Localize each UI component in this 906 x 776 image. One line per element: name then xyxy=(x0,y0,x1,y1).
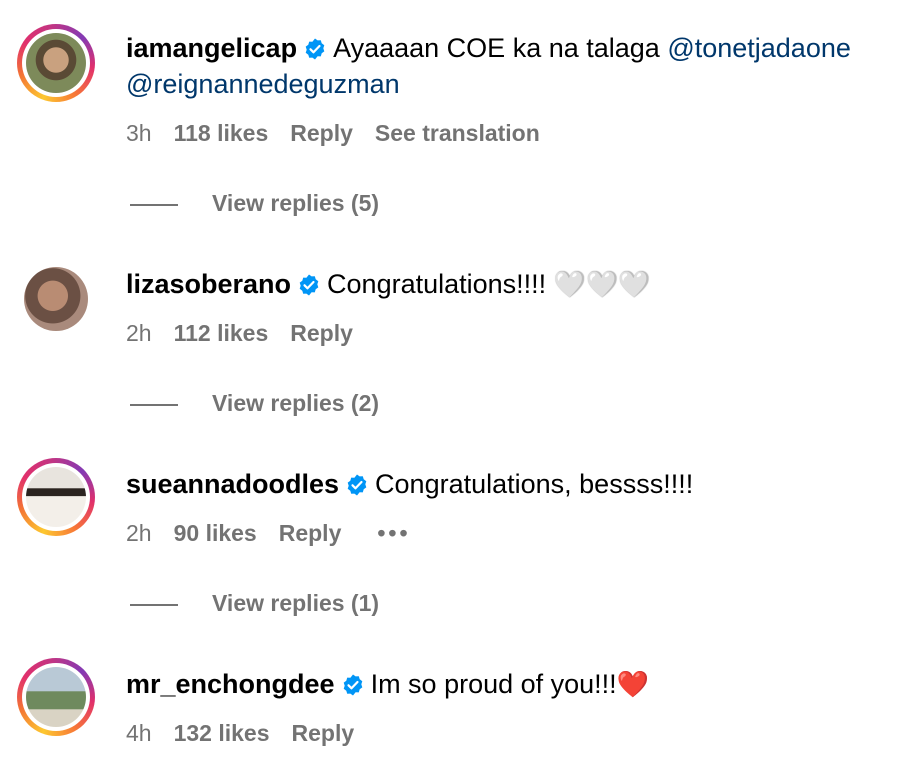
username[interactable]: lizasoberano xyxy=(126,269,291,299)
avatar[interactable] xyxy=(17,658,95,736)
see-translation-button[interactable]: See translation xyxy=(375,120,540,146)
divider xyxy=(130,603,178,606)
view-replies-label: View replies (2) xyxy=(212,390,380,416)
username[interactable]: iamangelicap xyxy=(126,33,297,63)
reply-button[interactable]: Reply xyxy=(290,320,353,346)
divider xyxy=(130,403,178,406)
reply-button[interactable]: Reply xyxy=(292,720,355,746)
comment-text: iamangelicap Ayaaaan COE ka na talaga @to… xyxy=(126,28,886,68)
timestamp: 2h xyxy=(126,520,152,546)
view-replies-button[interactable]: View replies (1) xyxy=(130,588,379,618)
timestamp: 2h xyxy=(126,320,152,346)
more-options-icon[interactable]: ••• xyxy=(377,520,410,546)
avatar[interactable] xyxy=(17,458,95,536)
verified-badge-icon xyxy=(299,274,319,296)
comment-text: sueannadoodles Congratulations, bessss!!!… xyxy=(126,464,886,504)
comment-body: Congratulations, bessss!!!! xyxy=(375,469,694,499)
reply-button[interactable]: Reply xyxy=(279,520,342,546)
view-replies-button[interactable]: View replies (5) xyxy=(130,188,379,218)
reply-button[interactable]: Reply xyxy=(290,120,353,146)
comment-meta: 2h 90 likes Reply ••• xyxy=(126,518,433,548)
red-heart-icon: ❤️ xyxy=(616,669,650,699)
username[interactable]: mr_enchongdee xyxy=(126,669,335,699)
verified-badge-icon xyxy=(305,38,325,60)
comment-meta: 4h 132 likes Reply xyxy=(126,718,376,748)
verified-badge-icon xyxy=(347,474,367,496)
mention-link[interactable]: @tonetjadaone xyxy=(667,33,851,63)
view-replies-label: View replies (5) xyxy=(212,190,380,216)
comment-text: mr_enchongdee Im so proud of you!!!❤️ xyxy=(126,664,886,704)
comment-body: Im so proud of you!!! xyxy=(370,669,617,699)
comment-body: Congratulations!!!! xyxy=(327,269,554,299)
view-replies-label: View replies (1) xyxy=(212,590,380,616)
comment-meta: 2h 112 likes Reply xyxy=(126,318,375,348)
avatar[interactable] xyxy=(17,262,95,340)
likes-count[interactable]: 132 likes xyxy=(174,720,270,746)
likes-count[interactable]: 118 likes xyxy=(174,120,269,146)
comment-meta: 3h 118 likes Reply See translation xyxy=(126,118,562,148)
view-replies-button[interactable]: View replies (2) xyxy=(130,388,379,418)
timestamp: 4h xyxy=(126,720,152,746)
comment-text: lizasoberano Congratulations!!!! 🤍🤍🤍 xyxy=(126,264,886,304)
likes-count[interactable]: 90 likes xyxy=(174,520,257,546)
timestamp: 3h xyxy=(126,120,152,146)
comment-body: Ayaaaan COE ka na talaga xyxy=(333,33,668,63)
likes-count[interactable]: 112 likes xyxy=(174,320,269,346)
comment-text-line-2: @reignannedeguzman xyxy=(126,64,886,104)
white-heart-icon: 🤍🤍🤍 xyxy=(553,269,651,299)
username[interactable]: sueannadoodles xyxy=(126,469,339,499)
mention-link[interactable]: @reignannedeguzman xyxy=(126,69,400,99)
avatar[interactable] xyxy=(17,24,95,102)
verified-badge-icon xyxy=(343,674,362,696)
divider xyxy=(130,203,178,206)
